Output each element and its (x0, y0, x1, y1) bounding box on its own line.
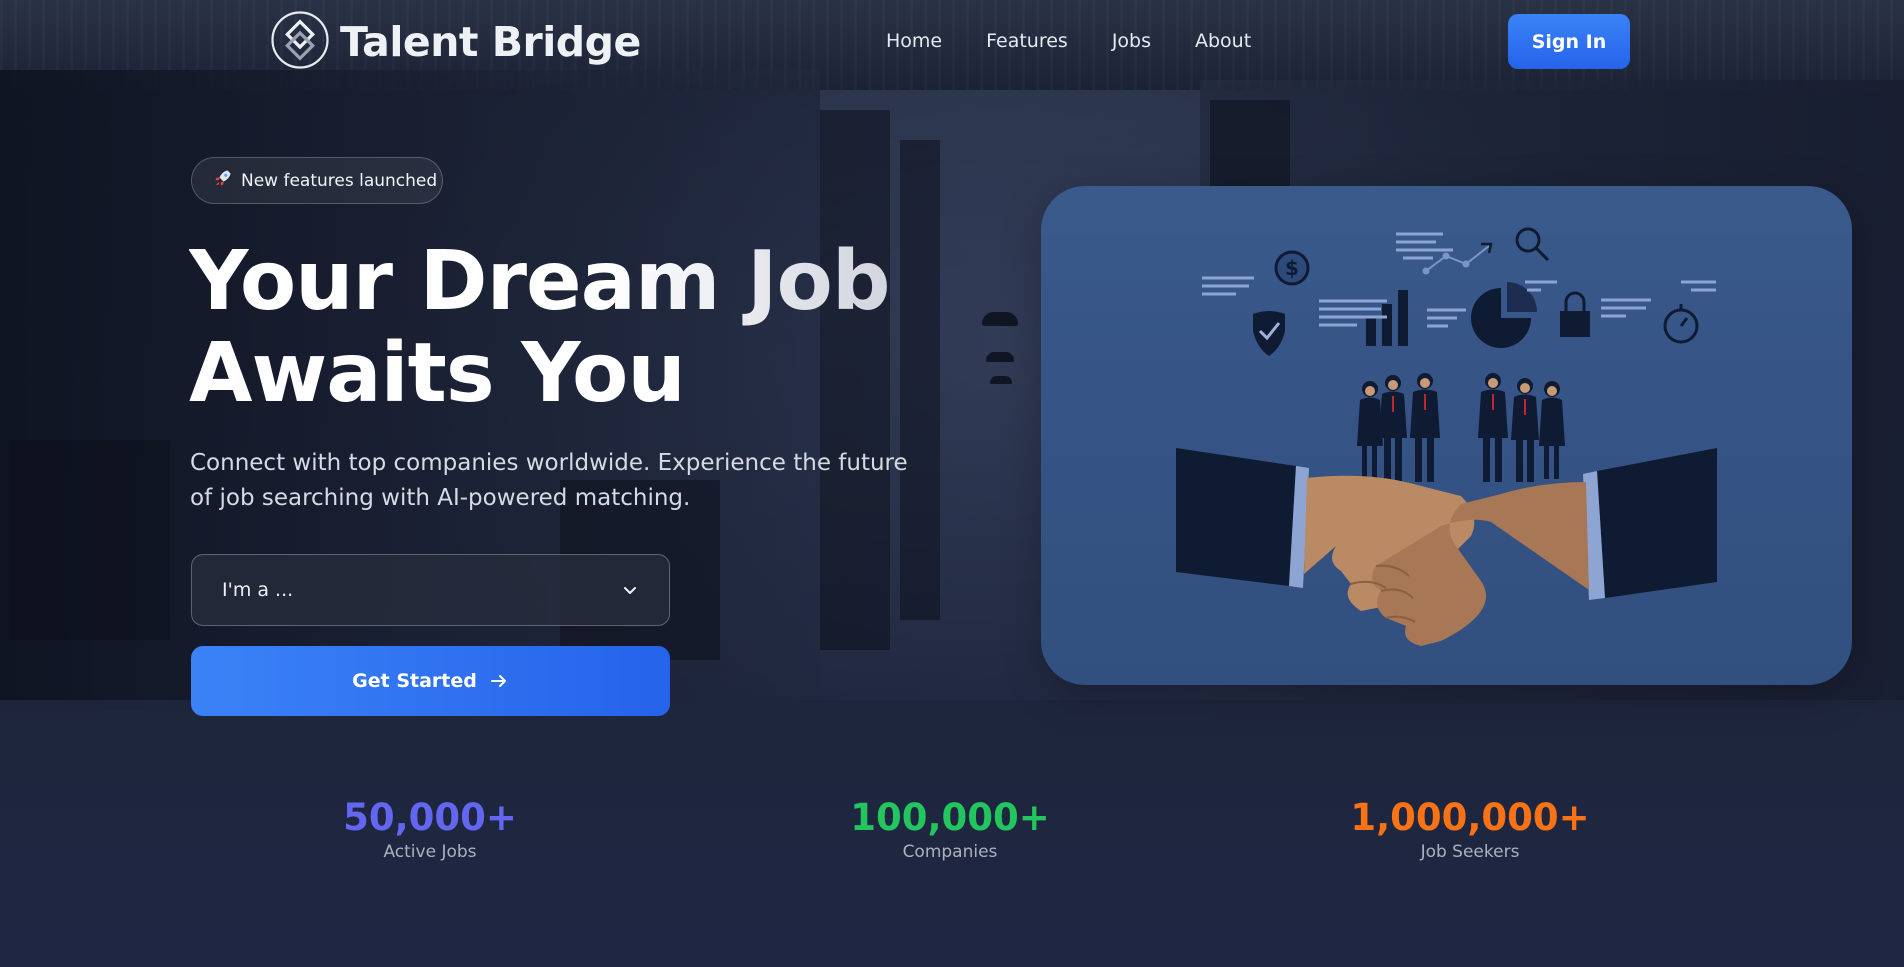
stat-value: 1,000,000+ (1350, 796, 1590, 839)
stat-companies: 100,000+ Companies (800, 796, 1100, 862)
chevron-down-icon (621, 581, 639, 599)
svg-text:$: $ (1285, 256, 1299, 280)
sign-in-button[interactable]: Sign In (1508, 14, 1630, 69)
arrow-right-icon (489, 671, 509, 691)
hero-title-line2: Awaits You (189, 326, 686, 421)
hero-subtitle: Connect with top companies worldwide. Ex… (190, 450, 908, 511)
interlocking-square-logo-icon (270, 10, 330, 74)
business-people (1357, 373, 1565, 482)
stat-value: 100,000+ (850, 796, 1050, 839)
get-started-label: Get Started (352, 670, 477, 692)
badge-label: New features launched (241, 170, 438, 191)
stat-label: Companies (902, 842, 998, 862)
role-select[interactable]: I'm a ... (191, 554, 670, 626)
main-nav: Home Features Jobs About (886, 30, 1295, 52)
chart-icons (1253, 282, 1537, 356)
stat-label: Job Seekers (1420, 842, 1520, 862)
handshake (1176, 448, 1717, 646)
brand-name: Talent Bridge (340, 18, 641, 66)
stat-active-jobs: 50,000+ Active Jobs (280, 796, 580, 862)
nav-about[interactable]: About (1195, 30, 1251, 52)
nav-home[interactable]: Home (886, 30, 942, 52)
top-header: Talent Bridge Home Features Jobs About S… (0, 0, 1904, 84)
rocket-icon (213, 168, 233, 193)
landing-page: Talent Bridge Home Features Jobs About S… (0, 0, 1904, 967)
nav-features[interactable]: Features (986, 30, 1068, 52)
handshake-business-team-illustration: $ (1176, 227, 1717, 646)
get-started-button[interactable]: Get Started (191, 646, 670, 716)
brand-logo[interactable]: Talent Bridge (270, 10, 641, 74)
hero-title-line1: Your Dream Job (189, 236, 949, 328)
stat-value: 50,000+ (343, 796, 517, 839)
role-select-value: I'm a ... (222, 579, 294, 601)
hero-title: Your Dream Job Awaits You (189, 236, 949, 420)
stat-job-seekers: 1,000,000+ Job Seekers (1320, 796, 1620, 862)
new-features-badge[interactable]: New features launched (191, 157, 443, 204)
hero-illustration: $ (1041, 186, 1852, 685)
stat-label: Active Jobs (383, 842, 477, 862)
nav-jobs[interactable]: Jobs (1112, 30, 1151, 52)
